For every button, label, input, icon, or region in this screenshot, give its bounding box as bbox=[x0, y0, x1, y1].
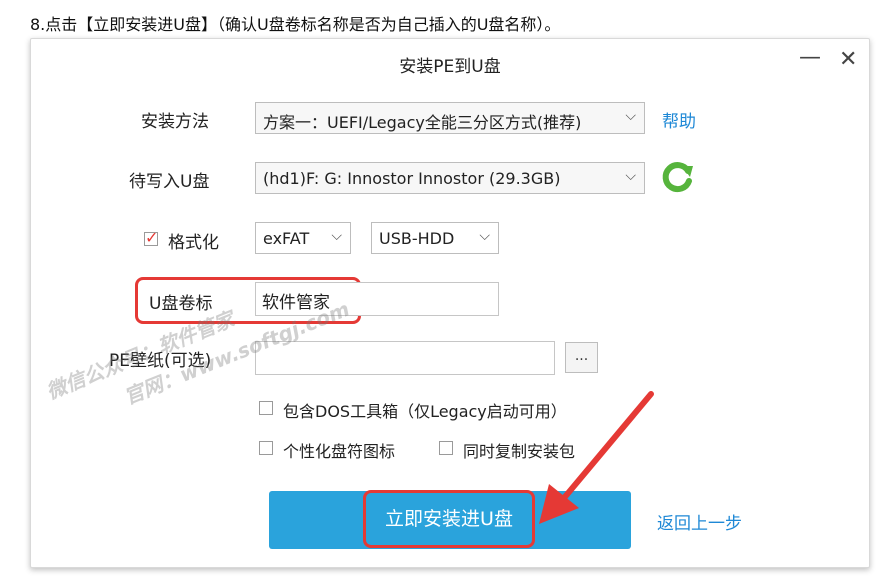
minimize-button[interactable]: — bbox=[799, 45, 821, 70]
target-disk-label: 待写入U盘 bbox=[129, 172, 210, 192]
filesystem-value: exFAT bbox=[263, 229, 310, 248]
boot-mode-select[interactable]: USB-HDD ⌵ bbox=[371, 222, 499, 254]
filesystem-select[interactable]: exFAT ⌵ bbox=[255, 222, 351, 254]
dos-tools-checkbox[interactable] bbox=[259, 401, 273, 415]
close-button[interactable]: ✕ bbox=[839, 47, 857, 72]
refresh-icon[interactable] bbox=[661, 160, 695, 194]
copy-installer-checkbox[interactable] bbox=[439, 441, 453, 455]
wallpaper-input[interactable] bbox=[255, 341, 555, 375]
chevron-down-icon: ⌵ bbox=[625, 168, 636, 184]
dialog-title: 安装PE到U盘 bbox=[399, 57, 501, 77]
personalized-icon-checkbox[interactable] bbox=[259, 441, 273, 455]
volume-label-label: U盘卷标 bbox=[149, 294, 213, 314]
pointer-arrow-icon bbox=[539, 391, 654, 524]
help-link[interactable]: 帮助 bbox=[662, 107, 696, 132]
back-link[interactable]: 返回上一步 bbox=[657, 509, 742, 534]
chevron-down-icon: ⌵ bbox=[625, 108, 636, 124]
format-checkbox[interactable] bbox=[144, 228, 158, 247]
install-method-label: 安装方法 bbox=[141, 112, 209, 132]
format-label: 格式化 bbox=[168, 233, 219, 253]
browse-button[interactable]: ... bbox=[565, 342, 598, 373]
install-pe-dialog: 安装PE到U盘 — ✕ 安装方法 方案一：UEFI/Legacy全能三分区方式(… bbox=[30, 38, 870, 568]
personalized-icon-label: 个性化盘符图标 bbox=[283, 442, 396, 461]
chevron-down-icon: ⌵ bbox=[331, 228, 342, 244]
wallpaper-label: PE壁纸(可选) bbox=[109, 351, 212, 371]
instruction-caption: 8.点击【立即安装进U盘】（确认U盘卷标名称是否为自己插入的U盘名称）。 bbox=[30, 15, 561, 34]
chevron-down-icon: ⌵ bbox=[479, 228, 490, 244]
target-disk-value: (hd1)F: G: Innostor Innostor (29.3GB) bbox=[263, 169, 561, 188]
boot-mode-value: USB-HDD bbox=[379, 229, 455, 248]
install-method-select[interactable]: 方案一：UEFI/Legacy全能三分区方式(推荐) ⌵ bbox=[255, 102, 645, 134]
install-method-value: 方案一：UEFI/Legacy全能三分区方式(推荐) bbox=[263, 113, 582, 132]
volume-label-input[interactable]: 软件管家 bbox=[255, 282, 499, 316]
target-disk-select[interactable]: (hd1)F: G: Innostor Innostor (29.3GB) ⌵ bbox=[255, 162, 645, 194]
install-button-label: 立即安装进U盘 bbox=[363, 490, 535, 548]
watermark-line-1: 微信公众号：软件管家 bbox=[42, 306, 238, 404]
